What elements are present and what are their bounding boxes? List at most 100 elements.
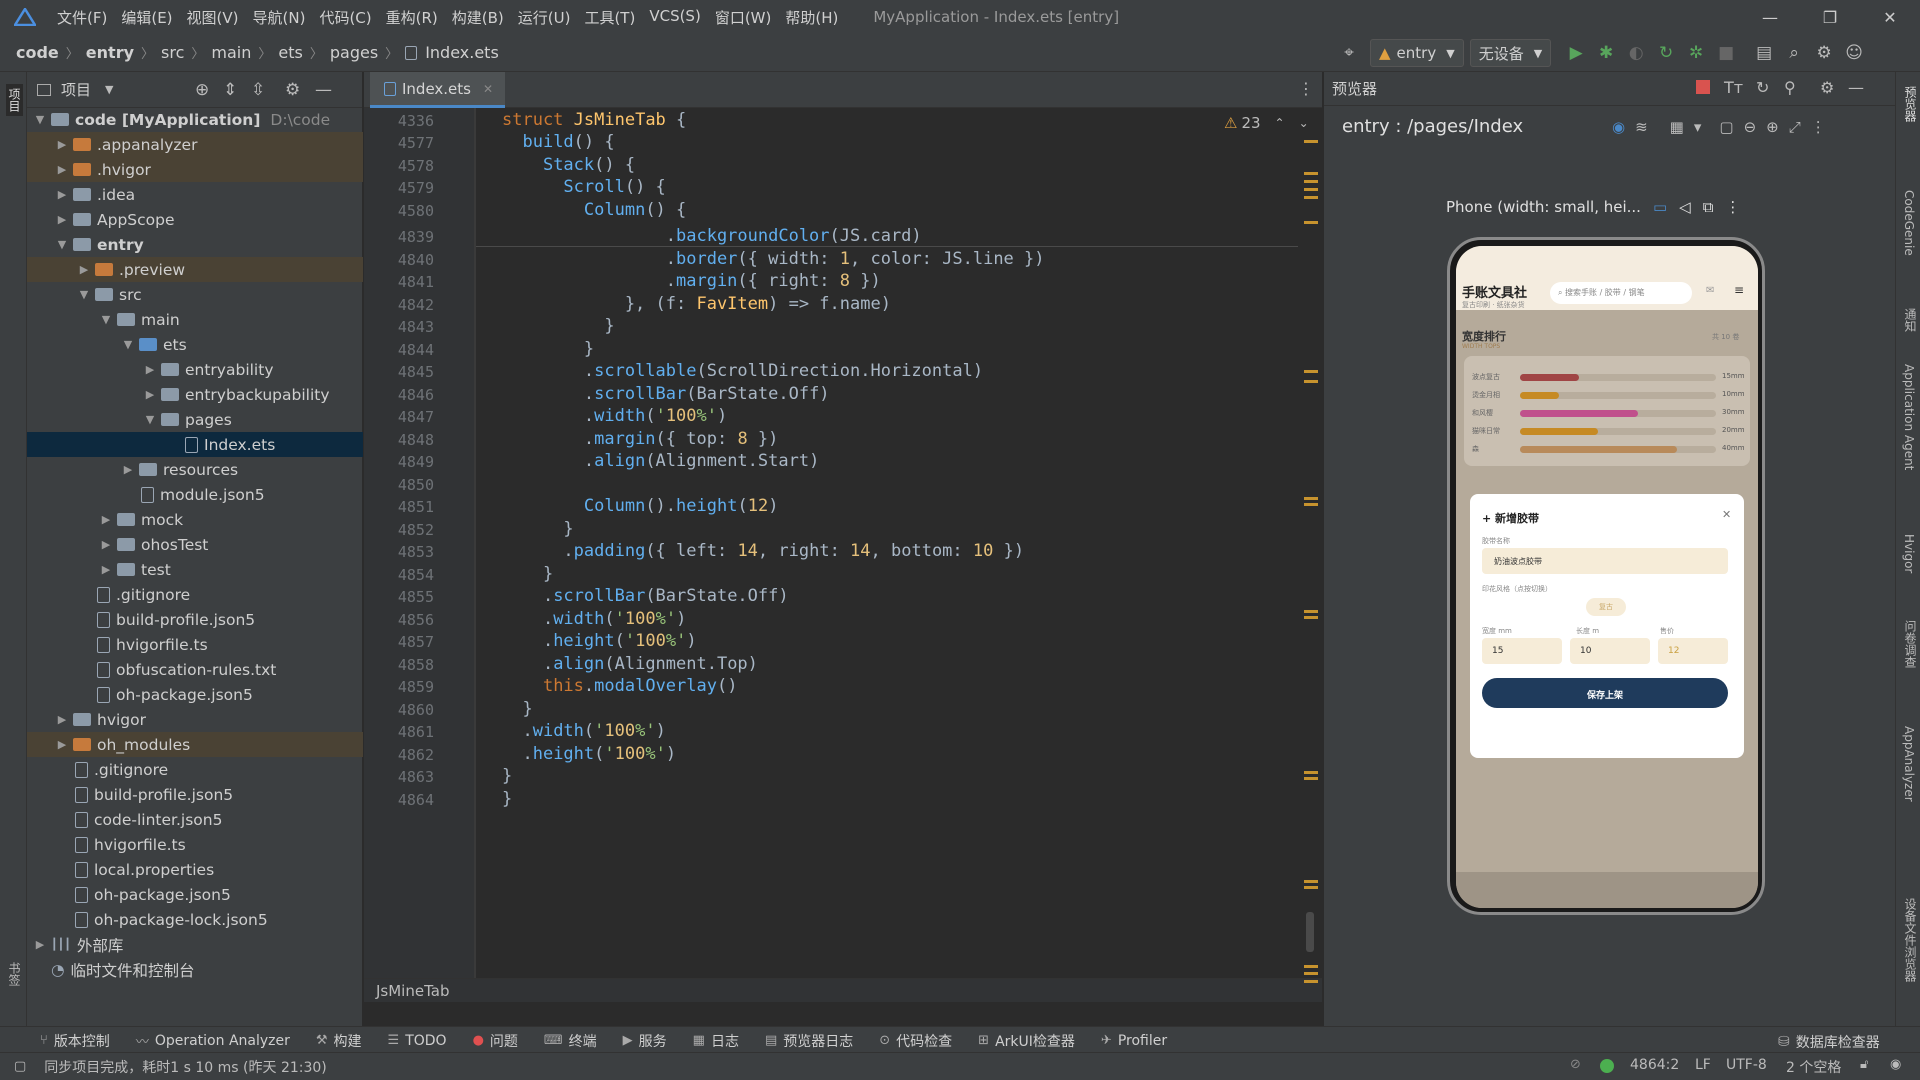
code-line[interactable]: .scrollBar(BarState.Off): [502, 384, 830, 404]
tree-item[interactable]: ▼ code [MyApplication] D:\code: [27, 107, 363, 132]
code-line[interactable]: .width('100%'): [502, 406, 727, 426]
tree-item[interactable]: ▼ main: [27, 307, 363, 332]
chevron-down-icon[interactable]: ▼: [143, 413, 157, 426]
code-line[interactable]: .width('100%'): [502, 609, 686, 629]
tree-item[interactable]: ▼ pages: [27, 407, 363, 432]
menu-item-1[interactable]: 编辑(E): [114, 7, 179, 28]
menu-item-7[interactable]: 运行(U): [511, 7, 578, 28]
run-icon[interactable]: ▶: [1561, 38, 1591, 68]
menu-item-0[interactable]: 文件(F): [50, 7, 114, 28]
close-tab-icon[interactable]: ✕: [483, 82, 493, 96]
chevron-down-icon[interactable]: ▼: [77, 288, 91, 301]
tree-item[interactable]: .gitignore: [27, 582, 363, 607]
code-line[interactable]: .scrollable(ScrollDirection.Horizontal): [502, 361, 983, 381]
filter-icon[interactable]: ⚲: [1784, 78, 1796, 97]
tree-item[interactable]: oh-package.json5: [27, 682, 363, 707]
tree-item[interactable]: oh-package.json5: [27, 882, 363, 907]
menu-item-3[interactable]: 导航(N): [246, 7, 313, 28]
tree-item[interactable]: oh-package-lock.json5: [27, 907, 363, 932]
tool-window-button[interactable]: ✈ Profiler: [1101, 1033, 1167, 1049]
hide-panel-icon[interactable]: —: [1848, 78, 1864, 97]
breadcrumb-entry[interactable]: entry: [84, 43, 136, 62]
zoom-out-icon[interactable]: ⊖: [1744, 118, 1757, 136]
fullscreen-icon[interactable]: ⤢: [1789, 118, 1801, 136]
modal-close-icon[interactable]: ✕: [1722, 508, 1731, 521]
tree-item[interactable]: ▶ .idea: [27, 182, 363, 207]
code-line[interactable]: struct JsMineTab {: [502, 110, 686, 130]
lock-icon[interactable]: 🔓︎: [1860, 1057, 1868, 1072]
tree-item[interactable]: ▶ .hvigor: [27, 157, 363, 182]
search-icon[interactable]: ⌕: [1779, 38, 1809, 68]
tree-item[interactable]: build-profile.json5: [27, 782, 363, 807]
tree-item[interactable]: ▶ AppScope: [27, 207, 363, 232]
status-message[interactable]: 同步项目完成，耗时1 s 10 ms (昨天 21:30): [44, 1057, 326, 1077]
tool-window-button[interactable]: ▤ 预览器日志: [765, 1031, 853, 1051]
code-line[interactable]: .backgroundColor(JS.card): [502, 226, 922, 246]
menu-item-2[interactable]: 视图(V): [180, 7, 246, 28]
chevron-down-icon[interactable]: ▼: [121, 338, 135, 351]
apply-changes-icon[interactable]: ↻: [1651, 38, 1681, 68]
tool-window-button[interactable]: ⊙ 代码检查: [879, 1031, 952, 1051]
tree-item[interactable]: ▼ ets: [27, 332, 363, 357]
code-breadcrumb-footer[interactable]: JsMineTab: [364, 978, 1322, 1002]
locate-icon[interactable]: ⊕: [195, 80, 209, 100]
tool-window-button[interactable]: ⚒ 构建: [316, 1031, 362, 1051]
chevron-right-icon[interactable]: ▶: [55, 188, 69, 201]
chevron-down-icon[interactable]: ▼: [99, 313, 113, 326]
code-line[interactable]: }: [502, 564, 553, 584]
line-separator[interactable]: LF: [1695, 1057, 1711, 1073]
tree-item[interactable]: ▶ .appanalyzer: [27, 132, 363, 157]
breadcrumb-ets[interactable]: ets: [276, 43, 304, 62]
tree-item[interactable]: ▶ entrybackupability: [27, 382, 363, 407]
tree-item[interactable]: ▶ resources: [27, 457, 363, 482]
chevron-right-icon[interactable]: ▶: [55, 713, 69, 726]
menu-item-10[interactable]: 窗口(W): [708, 7, 779, 28]
inspector-icon[interactable]: ◉: [1612, 118, 1625, 136]
device-label[interactable]: Phone (width: small, hei...: [1446, 198, 1641, 216]
profile-icon[interactable]: ◐: [1621, 38, 1651, 68]
device-select[interactable]: 无设备 ▼: [1469, 39, 1552, 67]
chevron-right-icon[interactable]: ▶: [33, 938, 47, 951]
refresh-icon[interactable]: ↻: [1756, 78, 1769, 97]
code-line[interactable]: .padding({ left: 14, right: 14, bottom: …: [502, 541, 1024, 561]
code-line[interactable]: build() {: [502, 132, 614, 152]
tree-item[interactable]: ▶ hvigor: [27, 707, 363, 732]
tree-item[interactable]: ▶ test: [27, 557, 363, 582]
minimize-icon[interactable]: —: [1742, 0, 1798, 34]
restore-icon[interactable]: ❐: [1802, 0, 1858, 34]
previewer-tool-button[interactable]: 预览器: [1902, 86, 1919, 122]
tool-window-button[interactable]: ▶ 服务: [623, 1031, 667, 1051]
chevron-right-icon[interactable]: ▶: [143, 363, 157, 376]
font-size-icon[interactable]: Tт: [1724, 78, 1743, 97]
save-button[interactable]: 保存上架: [1482, 678, 1728, 708]
tape-name-input[interactable]: 奶油波点胶带: [1482, 548, 1728, 574]
code-line[interactable]: this.modalOverlay(): [502, 676, 738, 696]
project-tool-button[interactable]: 项目: [6, 84, 23, 116]
width-input[interactable]: 15: [1482, 638, 1562, 664]
breadcrumb-main[interactable]: main: [209, 43, 253, 62]
tree-item[interactable]: ▶ ┃┃┃ 外部库: [27, 932, 363, 957]
status-indicator-icon[interactable]: [1600, 1059, 1614, 1073]
menu-item-9[interactable]: VCS(S): [642, 7, 707, 28]
attach-debugger-icon[interactable]: ✲: [1681, 38, 1711, 68]
code-line[interactable]: Column().height(12): [502, 496, 779, 516]
chevron-right-icon[interactable]: ▶: [99, 563, 113, 576]
chevron-right-icon[interactable]: ▶: [55, 163, 69, 176]
gear-icon[interactable]: ⚙: [285, 80, 300, 100]
notifications-icon[interactable]: ◉: [1890, 1057, 1901, 1072]
style-toggle[interactable]: 复古: [1586, 598, 1626, 616]
device-file-browser-tool-button[interactable]: 设备文件浏览器: [1902, 898, 1919, 982]
code-line[interactable]: }: [502, 789, 512, 809]
code-line[interactable]: .scrollBar(BarState.Off): [502, 586, 789, 606]
hide-panel-icon[interactable]: —: [315, 80, 332, 100]
layers-icon[interactable]: ≋: [1635, 118, 1648, 136]
collapse-all-icon[interactable]: ⇳: [251, 80, 265, 100]
tree-item[interactable]: ▼ entry: [27, 232, 363, 257]
chevron-down-icon[interactable]: ▼: [33, 113, 47, 126]
device-icon[interactable]: ▭: [1653, 198, 1667, 216]
code-line[interactable]: .height('100%'): [502, 744, 676, 764]
length-input[interactable]: 10: [1570, 638, 1650, 664]
rotate-icon[interactable]: ◁: [1679, 198, 1691, 216]
editor-tab-index[interactable]: Index.ets ✕: [370, 72, 506, 108]
indent-setting[interactable]: 2 个空格: [1786, 1057, 1841, 1077]
